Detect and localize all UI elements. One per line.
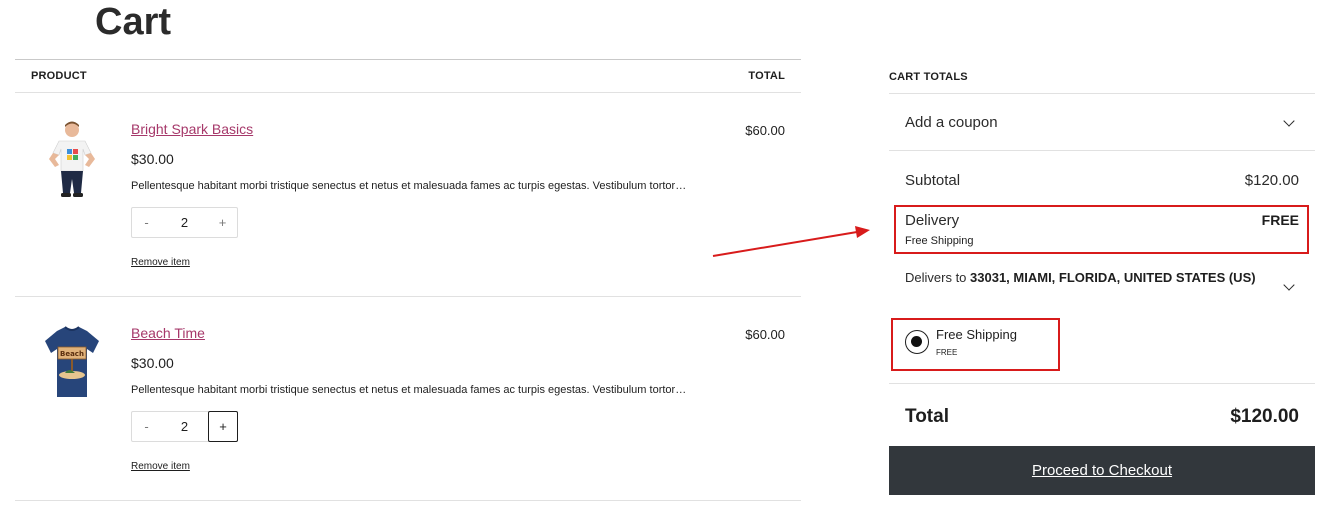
annotation-arrow — [712, 226, 870, 257]
